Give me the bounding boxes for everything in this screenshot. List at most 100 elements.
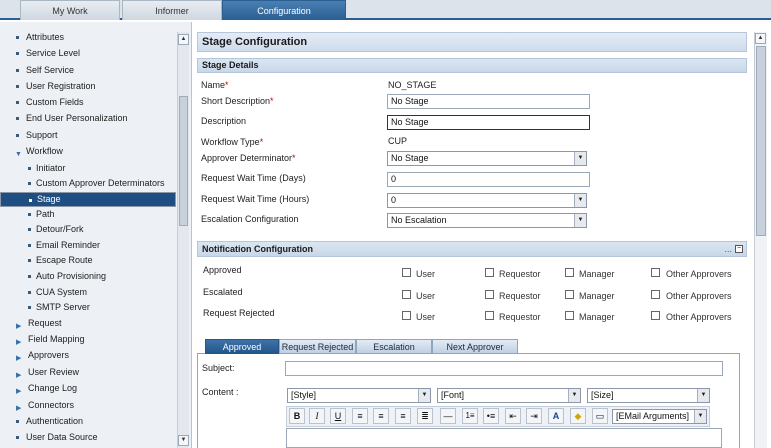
top-tab-bar: My Work Informer Configuration [0,0,771,20]
checkbox-label: Other Approvers [666,269,732,279]
caret-right-icon: ▶ [16,355,22,362]
approved-other-approvers-checkbox[interactable] [651,268,660,277]
sidebar-item-workflow[interactable]: ▼ Workflow [0,144,176,159]
sidebar-item-custom-approver-determinators[interactable]: Custom Approver Determinators [0,176,176,191]
main-scroll-thumb[interactable] [756,46,766,236]
escalated-other-approvers-checkbox[interactable] [651,290,660,299]
sidebar-scroll-thumb[interactable] [179,96,188,226]
escalated-user-checkbox[interactable] [402,290,411,299]
sidebar-item-service-level[interactable]: Service Level [0,46,176,61]
sidebar-item-initiator[interactable]: Initiator [0,161,176,176]
rejected-other-approvers-checkbox[interactable] [651,311,660,320]
scroll-up-icon[interactable]: ▲ [178,34,189,45]
sidebar-item-user-review[interactable]: ▶ User Review [0,365,176,380]
align-center-icon[interactable]: ≡ [373,408,389,424]
tab-informer[interactable]: Informer [122,0,222,20]
notif-row-label: Request Rejected [203,308,275,318]
rejected-requestor-checkbox[interactable] [485,311,494,320]
bullet-icon [28,213,31,216]
sidebar-item-attributes[interactable]: Attributes [0,30,176,45]
indent-icon[interactable]: ⇥ [526,408,542,424]
approved-requestor-checkbox[interactable] [485,268,494,277]
subject-input[interactable] [285,361,723,376]
page-title: Stage Configuration [197,32,747,52]
collapse-icon[interactable]: − [735,245,743,253]
bullet-icon [28,306,31,309]
wait-days-input[interactable]: 0 [387,172,590,187]
font-select[interactable]: [Font] ▼ [437,388,581,403]
sidebar-item-stage[interactable]: Stage [0,192,176,207]
numbered-list-icon[interactable]: 1≡ [462,408,478,424]
justify-icon[interactable]: ≣ [417,408,433,424]
tab-escalation[interactable]: Escalation [356,339,432,354]
sidebar-item-cua-system[interactable]: CUA System [0,285,176,300]
sidebar-item-field-mapping[interactable]: ▶ Field Mapping [0,332,176,347]
rejected-manager-checkbox[interactable] [565,311,574,320]
sidebar-item-request[interactable]: ▶ Request [0,316,176,331]
bullet-icon [28,275,31,278]
sidebar-item-user-registration[interactable]: User Registration [0,79,176,94]
tab-configuration[interactable]: Configuration [222,0,346,20]
sidebar-item-change-log[interactable]: ▶ Change Log [0,381,176,396]
email-arguments-select[interactable]: [EMail Arguments] ▼ [612,409,707,424]
content-editor-area[interactable] [286,428,722,448]
sidebar-item-escape-route[interactable]: Escape Route [0,253,176,268]
outdent-icon[interactable]: ⇤ [505,408,521,424]
dropdown-arrow-icon: ▼ [568,389,580,402]
sidebar-item-path[interactable]: Path [0,207,176,222]
sidebar-item-email-reminder[interactable]: Email Reminder [0,238,176,253]
escalated-requestor-checkbox[interactable] [485,290,494,299]
approver-determinator-select[interactable]: No Stage ▼ [387,151,587,166]
align-left-icon[interactable]: ≡ [352,408,368,424]
checkbox-label: User [416,291,436,301]
approved-user-checkbox[interactable] [402,268,411,277]
bullet-list-icon[interactable]: •≡ [483,408,499,424]
scroll-down-icon[interactable]: ▼ [178,435,189,446]
checkbox-label: Requestor [499,291,541,301]
italic-button[interactable]: I [309,408,325,424]
style-select[interactable]: [Style] ▼ [287,388,431,403]
dropdown-arrow-icon: ▼ [694,410,706,423]
sidebar-item-auto-provisioning[interactable]: Auto Provisioning [0,269,176,284]
size-select[interactable]: [Size] ▼ [587,388,710,403]
sidebar-item-approvers[interactable]: ▶ Approvers [0,348,176,363]
wait-hours-select[interactable]: 0 ▼ [387,193,587,208]
bullet-icon [16,101,19,104]
tab-request-rejected[interactable]: Request Rejected [279,339,356,354]
caret-down-icon: ▼ [15,151,22,158]
sidebar-item-self-service[interactable]: Self Service [0,63,176,78]
stage-details-header: Stage Details [197,58,747,73]
font-color-icon[interactable]: A [548,408,564,424]
sidebar-item-custom-fields[interactable]: Custom Fields [0,95,176,110]
bold-button[interactable]: B [289,408,305,424]
approved-manager-checkbox[interactable] [565,268,574,277]
short-description-input[interactable]: No Stage [387,94,590,109]
sidebar-item-smtp-server[interactable]: SMTP Server [0,300,176,315]
image-icon[interactable]: ▭ [592,408,608,424]
tab-my-work[interactable]: My Work [20,0,120,20]
tab-approved[interactable]: Approved [205,339,279,354]
checkbox-label: Manager [579,312,615,322]
scroll-up-icon[interactable]: ▲ [755,33,766,44]
horizontal-rule-icon[interactable]: — [440,408,456,424]
highlight-color-icon[interactable]: ◆ [570,408,586,424]
escalation-config-select[interactable]: No Escalation ▼ [387,213,587,228]
tab-next-approver[interactable]: Next Approver [432,339,518,354]
sidebar-scrollbar[interactable]: ▲ ▼ [177,32,189,448]
sidebar-item-detour-fork[interactable]: Detour/Fork [0,222,176,237]
bullet-icon [28,228,31,231]
align-right-icon[interactable]: ≡ [395,408,411,424]
notification-config-header: Notification Configuration ... − [197,241,747,257]
sidebar-item-support[interactable]: Support [0,128,176,143]
escalated-manager-checkbox[interactable] [565,290,574,299]
description-input[interactable]: No Stage [387,115,590,130]
sidebar-item-end-user-personalization[interactable]: End User Personalization [0,111,176,126]
checkbox-label: User [416,312,436,322]
sidebar-item-user-data-source[interactable]: User Data Source [0,430,176,445]
main-scrollbar[interactable]: ▲ [754,32,767,448]
rejected-user-checkbox[interactable] [402,311,411,320]
checkbox-label: Other Approvers [666,312,732,322]
sidebar-item-authentication[interactable]: Authentication [0,414,176,429]
underline-button[interactable]: U [330,408,346,424]
sidebar-item-connectors[interactable]: ▶ Connectors [0,398,176,413]
